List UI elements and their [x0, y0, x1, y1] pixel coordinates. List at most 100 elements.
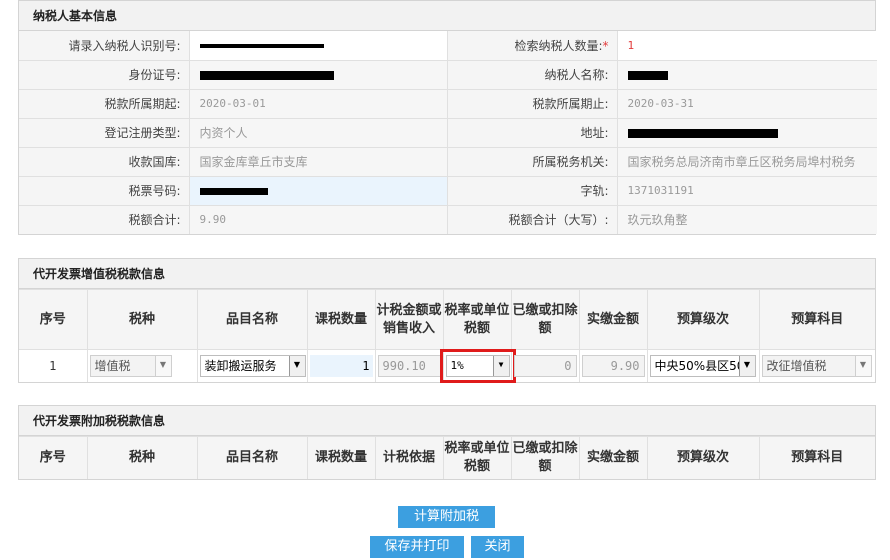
required-mark: *: [602, 38, 609, 53]
col-header: 预算科目: [759, 436, 875, 479]
item-cell: 装卸搬运服务 ▼: [197, 349, 308, 382]
redacted-text: [627, 128, 778, 138]
redacted-text: [199, 187, 268, 195]
col-header: 税种: [87, 436, 198, 479]
col-header: 已缴或扣除额: [511, 289, 580, 350]
col-header: 预算级次: [647, 436, 760, 479]
panel-title: 纳税人基本信息: [19, 1, 875, 31]
taxpayer-name-value: [617, 59, 877, 89]
info-row: 登记注册类型: 内资个人 地址:: [19, 117, 877, 147]
tax-authority-label: 所属税务机关:: [447, 146, 618, 176]
taxpayer-id-label: 请录入纳税人识别号:: [19, 31, 190, 60]
info-row: 税票号码: 字轨: 1371031191: [19, 175, 877, 205]
chevron-down-icon[interactable]: ▼: [492, 355, 509, 376]
rate-cell: 1% ▼: [439, 348, 516, 383]
chevron-down-icon[interactable]: ▼: [288, 355, 305, 376]
amount-input: 990.10: [377, 354, 441, 377]
col-header: 品目名称: [197, 289, 308, 350]
redacted-text: [199, 70, 334, 80]
period-start-label: 税款所属期起:: [19, 88, 190, 118]
col-header: 预算级次: [647, 289, 760, 350]
save-and-print-button[interactable]: 保存并打印: [370, 536, 464, 558]
chevron-down-icon[interactable]: ▼: [154, 355, 171, 376]
budget-level-select[interactable]: 中央50%县区50% ▼: [649, 354, 756, 377]
tax-total-value: 9.90: [189, 204, 448, 234]
ticket-number-input[interactable]: [189, 175, 448, 205]
info-row: 身份证号: 纳税人名称:: [19, 59, 877, 89]
panel-title: 代开发票增值税税款信息: [19, 259, 875, 289]
tax-total-upper-value: 玖元玖角整: [617, 204, 877, 234]
treasury-value: 国家金库章丘市支库: [189, 146, 448, 176]
tax-total-upper-label: 税额合计（大写）:: [447, 204, 618, 234]
col-header: 已缴或扣除额: [511, 436, 580, 479]
info-row: 税款所属期起: 2020-03-01 税款所属期止: 2020-03-31: [19, 88, 877, 118]
ticket-number-label: 税票号码:: [19, 175, 190, 205]
vat-tax-panel: 代开发票增值税税款信息 序号 税种 品目名称 课税数量 计税金额或销售收入 税率…: [18, 258, 876, 383]
treasury-label: 收款国库:: [19, 146, 190, 176]
col-header: 税率或单位税额: [443, 436, 512, 479]
taxpayer-id-input[interactable]: [189, 31, 448, 60]
vat-table: 序号 税种 品目名称 课税数量 计税金额或销售收入 税率或单位税额 已缴或扣除额…: [19, 289, 875, 383]
col-header: 计税金额或销售收入: [375, 289, 444, 350]
info-row: 收款国库: 国家金库章丘市支库 所属税务机关: 国家税务总局济南市章丘区税务局埠…: [19, 146, 877, 176]
period-start-value: 2020-03-01: [189, 88, 448, 118]
id-card-value: [189, 59, 448, 89]
address-value: [617, 117, 877, 147]
budget-subject-select[interactable]: 改征增值税 ▼: [761, 354, 872, 377]
col-header: 品目名称: [197, 436, 308, 479]
chevron-down-icon[interactable]: ▼: [738, 355, 755, 376]
redacted-text: [199, 43, 324, 48]
taxpayer-basic-info-panel: 纳税人基本信息 请录入纳税人识别号: 检索纳税人数量:* 1 身份证号: 纳税人…: [18, 0, 877, 235]
amount-cell: 990.10: [375, 349, 444, 382]
search-count-label: 检索纳税人数量:*: [447, 31, 618, 60]
track-value: 1371031191: [617, 175, 877, 205]
deducted-input: 0: [513, 354, 577, 377]
tax-authority-value: 国家税务总局济南市章丘区税务局埠村税务: [617, 146, 877, 176]
col-header: 序号: [19, 436, 88, 479]
tax-type-select[interactable]: 增值税 ▼: [89, 354, 172, 377]
redacted-text: [627, 70, 668, 80]
col-header: 税种: [87, 289, 198, 350]
surtax-panel: 代开发票附加税税款信息 序号 税种 品目名称 课税数量 计税依据 税率或单位税额…: [18, 405, 876, 480]
paid-amount-input: 9.90: [581, 354, 645, 377]
col-header: 实缴金额: [579, 436, 648, 479]
table-header-row: 序号 税种 品目名称 课税数量 计税金额或销售收入 税率或单位税额 已缴或扣除额…: [19, 289, 875, 350]
registration-type-value: 内资个人: [189, 117, 448, 147]
info-row: 请录入纳税人识别号: 检索纳税人数量:* 1: [19, 31, 877, 60]
search-count-value: 1: [617, 31, 877, 60]
table-header-row: 序号 税种 品目名称 课税数量 计税依据 税率或单位税额 已缴或扣除额 实缴金额…: [19, 436, 875, 479]
period-end-value: 2020-03-31: [617, 88, 877, 118]
budget-subject-cell: 改征增值税 ▼: [759, 349, 875, 382]
id-card-label: 身份证号:: [19, 59, 190, 89]
item-name-select[interactable]: 装卸搬运服务 ▼: [199, 354, 306, 377]
taxpayer-name-label: 纳税人名称:: [447, 59, 618, 89]
col-header: 预算科目: [759, 289, 875, 350]
tax-type-cell: 增值税 ▼: [87, 349, 198, 382]
panel-title: 代开发票附加税税款信息: [19, 406, 875, 436]
chevron-down-icon[interactable]: ▼: [854, 355, 871, 376]
track-label: 字轨:: [447, 175, 618, 205]
budget-level-cell: 中央50%县区50% ▼: [647, 349, 760, 382]
surtax-table: 序号 税种 品目名称 课税数量 计税依据 税率或单位税额 已缴或扣除额 实缴金额…: [19, 436, 875, 479]
col-header: 实缴金额: [579, 289, 648, 350]
address-label: 地址:: [447, 117, 618, 147]
quantity-input[interactable]: 1: [309, 354, 373, 377]
info-row: 税额合计: 9.90 税额合计（大写）: 玖元玖角整: [19, 204, 877, 234]
paid-cell: 9.90: [579, 349, 648, 382]
table-row: 1 增值税 ▼ 装卸搬运服务 ▼ 1 990.10 1% ▼ 0 9.90 中央…: [19, 348, 875, 383]
basic-info-grid: 请录入纳税人识别号: 检索纳税人数量:* 1 身份证号: 纳税人名称: 税款所属…: [19, 31, 877, 234]
col-header: 课税数量: [307, 436, 376, 479]
tax-total-label: 税额合计:: [19, 204, 190, 234]
deducted-cell: 0: [511, 349, 580, 382]
tax-rate-select[interactable]: 1% ▼: [439, 348, 516, 383]
col-header: 计税依据: [375, 436, 444, 479]
col-header: 课税数量: [307, 289, 376, 350]
calculate-surtax-button[interactable]: 计算附加税: [398, 506, 495, 528]
col-header: 序号: [19, 289, 88, 350]
row-index: 1: [19, 349, 88, 382]
close-button[interactable]: 关闭: [471, 536, 524, 558]
quantity-cell: 1: [307, 349, 376, 382]
col-header: 税率或单位税额: [443, 289, 512, 350]
period-end-label: 税款所属期止:: [447, 88, 618, 118]
registration-type-label: 登记注册类型:: [19, 117, 190, 147]
